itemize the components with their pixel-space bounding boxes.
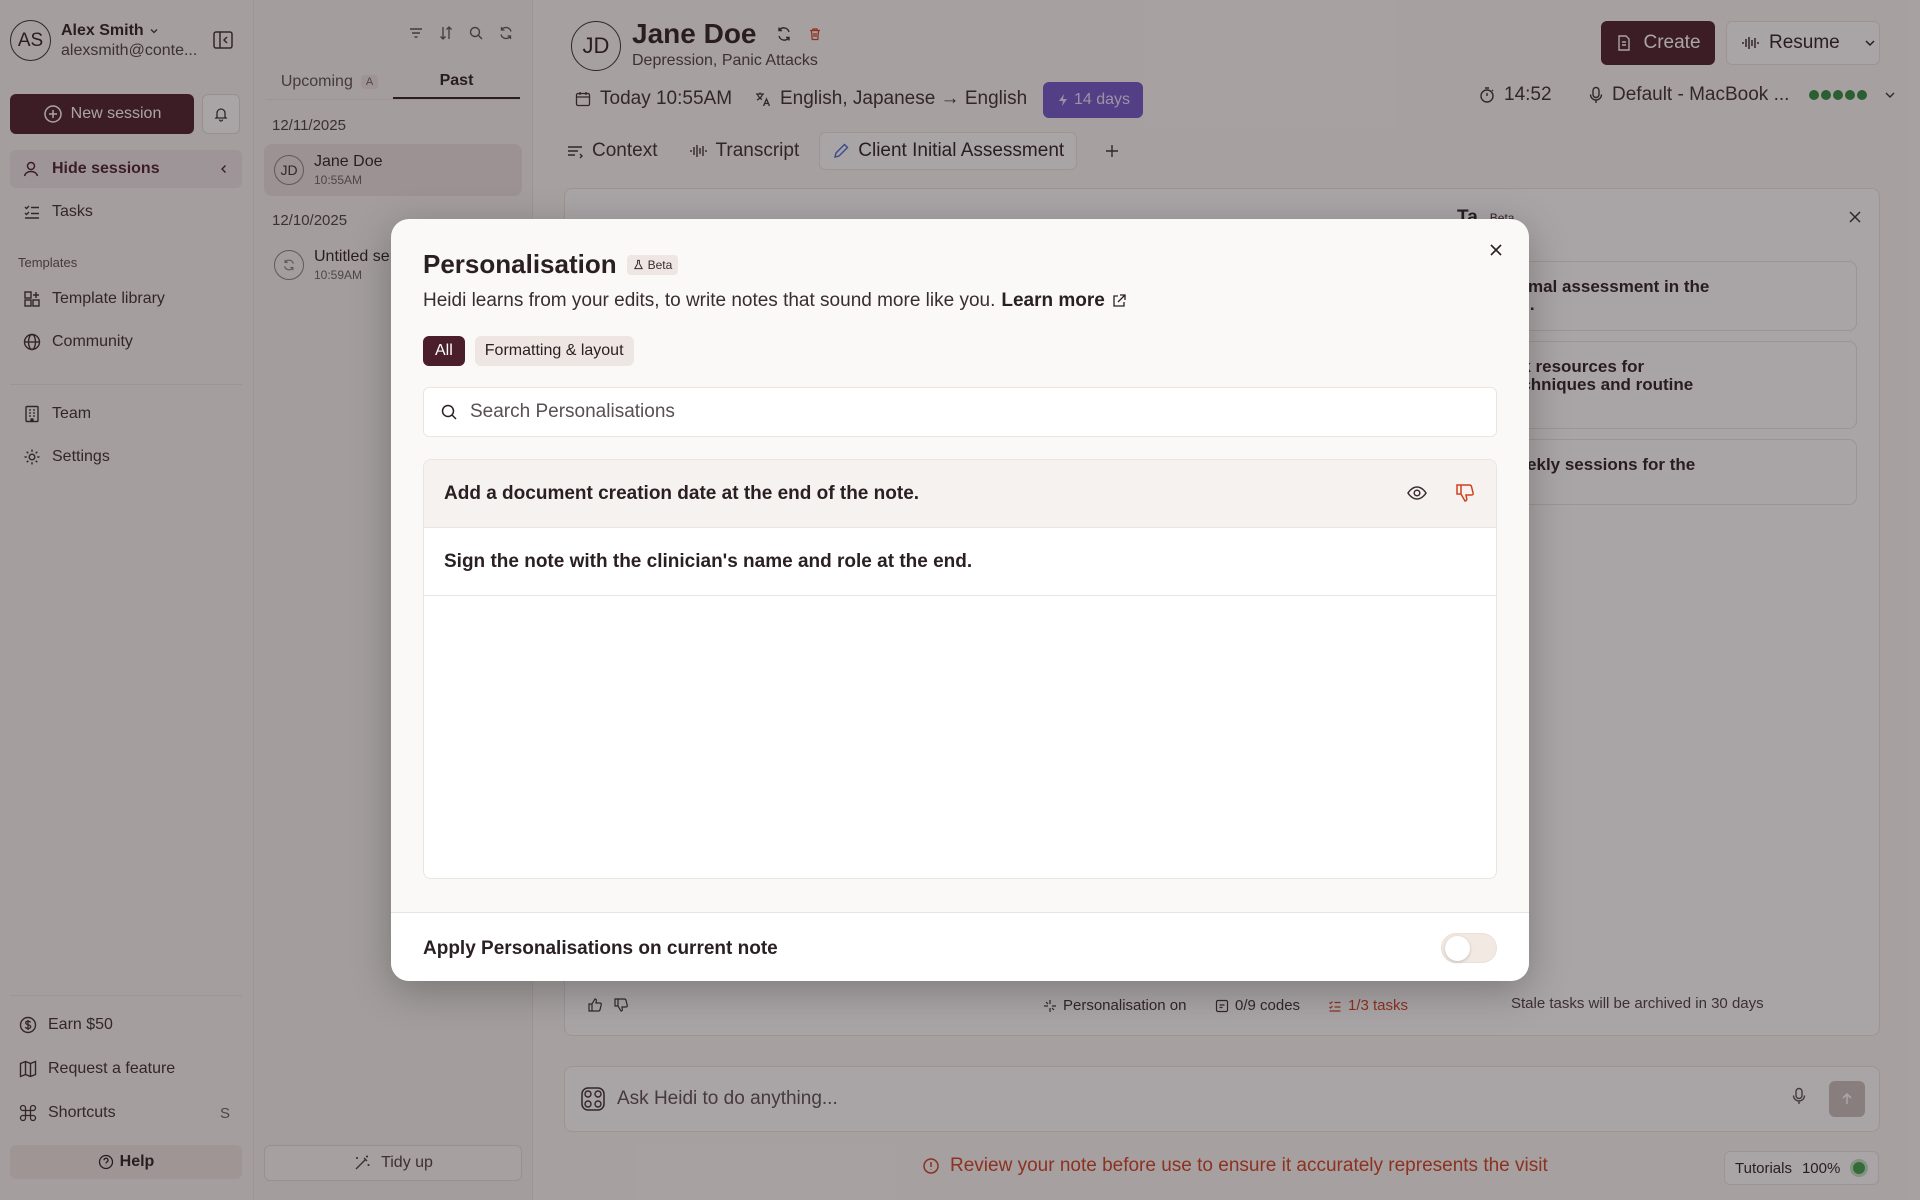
apply-personalisations-toggle[interactable] bbox=[1441, 933, 1497, 963]
search-input[interactable] bbox=[470, 401, 1496, 423]
filter-chips: All Formatting & layout bbox=[423, 336, 634, 366]
thumbs-down-icon[interactable] bbox=[1454, 482, 1476, 504]
external-link-icon bbox=[1111, 293, 1127, 309]
toggle-knob bbox=[1445, 936, 1470, 961]
beta-label: Beta bbox=[647, 257, 673, 272]
personalisation-search bbox=[423, 387, 1497, 437]
modal-footer: Apply Personalisations on current note bbox=[391, 912, 1529, 981]
close-icon[interactable] bbox=[1487, 241, 1505, 259]
personalisation-text: Add a document creation date at the end … bbox=[444, 482, 920, 504]
eye-icon[interactable] bbox=[1406, 482, 1428, 504]
filter-chip-formatting[interactable]: Formatting & layout bbox=[474, 336, 634, 366]
search-icon bbox=[440, 403, 458, 421]
modal-description: Heidi learns from your edits, to write n… bbox=[423, 290, 996, 311]
learn-more-label: Learn more bbox=[1001, 290, 1105, 311]
list-item[interactable]: Add a document creation date at the end … bbox=[424, 460, 1496, 528]
personalisation-text: Sign the note with the clinician's name … bbox=[444, 550, 973, 572]
apply-personalisations-label: Apply Personalisations on current note bbox=[423, 938, 778, 959]
personalisation-list: Add a document creation date at the end … bbox=[423, 459, 1497, 879]
list-item[interactable]: Sign the note with the clinician's name … bbox=[424, 528, 1496, 596]
filter-chip-all[interactable]: All bbox=[423, 336, 465, 366]
flask-icon bbox=[633, 259, 644, 270]
modal-title: Personalisation bbox=[423, 249, 617, 279]
personalisation-modal: Personalisation Beta Heidi learns from y… bbox=[391, 219, 1529, 981]
learn-more-link[interactable]: Learn more bbox=[1001, 290, 1126, 312]
beta-badge: Beta bbox=[626, 254, 679, 275]
